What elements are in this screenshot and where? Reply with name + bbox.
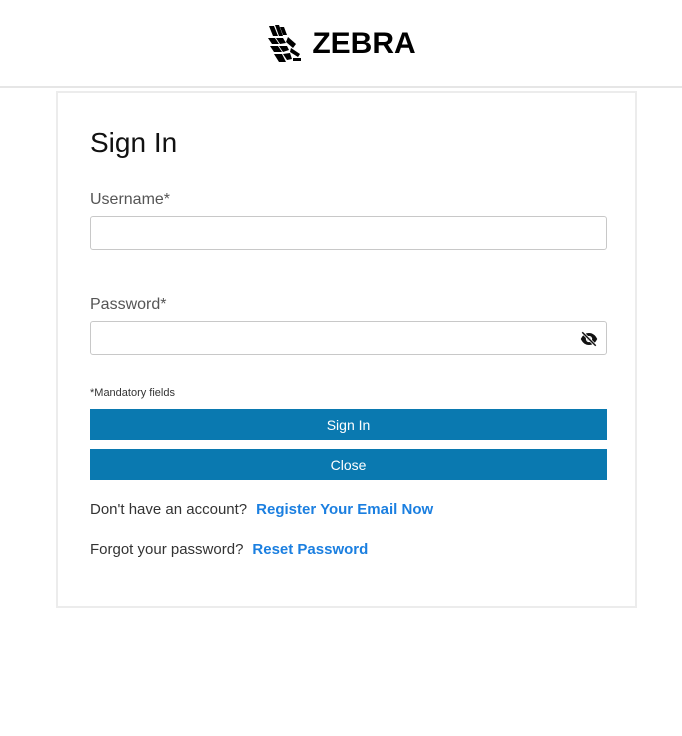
eye-slash-icon[interactable] — [580, 330, 598, 348]
sign-in-card: Sign In Username* Password* *Mandatory f… — [56, 91, 637, 608]
password-label: Password* — [90, 296, 167, 313]
password-input[interactable] — [91, 322, 606, 354]
zebra-logo[interactable]: ZEBRA — [266, 24, 416, 64]
forgot-row: Forgot your password? Reset Password — [90, 541, 368, 558]
register-row: Don't have an account? Register Your Ema… — [90, 501, 433, 518]
username-field-wrapper — [90, 216, 607, 250]
reset-password-link[interactable]: Reset Password — [252, 541, 368, 558]
close-button[interactable]: Close — [90, 449, 607, 480]
mandatory-note: *Mandatory fields — [90, 387, 175, 399]
sign-in-button[interactable]: Sign In — [90, 409, 607, 440]
forgot-prompt: Forgot your password? — [90, 541, 244, 558]
page-header: ZEBRA — [0, 0, 682, 88]
username-label: Username* — [90, 191, 171, 208]
password-field-wrapper — [90, 321, 607, 355]
logo-text: ZEBRA — [312, 27, 416, 60]
register-prompt: Don't have an account? — [90, 501, 248, 518]
register-link[interactable]: Register Your Email Now — [256, 501, 433, 518]
zebra-head-icon — [268, 25, 302, 62]
username-input[interactable] — [91, 217, 606, 249]
page-title: Sign In — [90, 127, 178, 158]
